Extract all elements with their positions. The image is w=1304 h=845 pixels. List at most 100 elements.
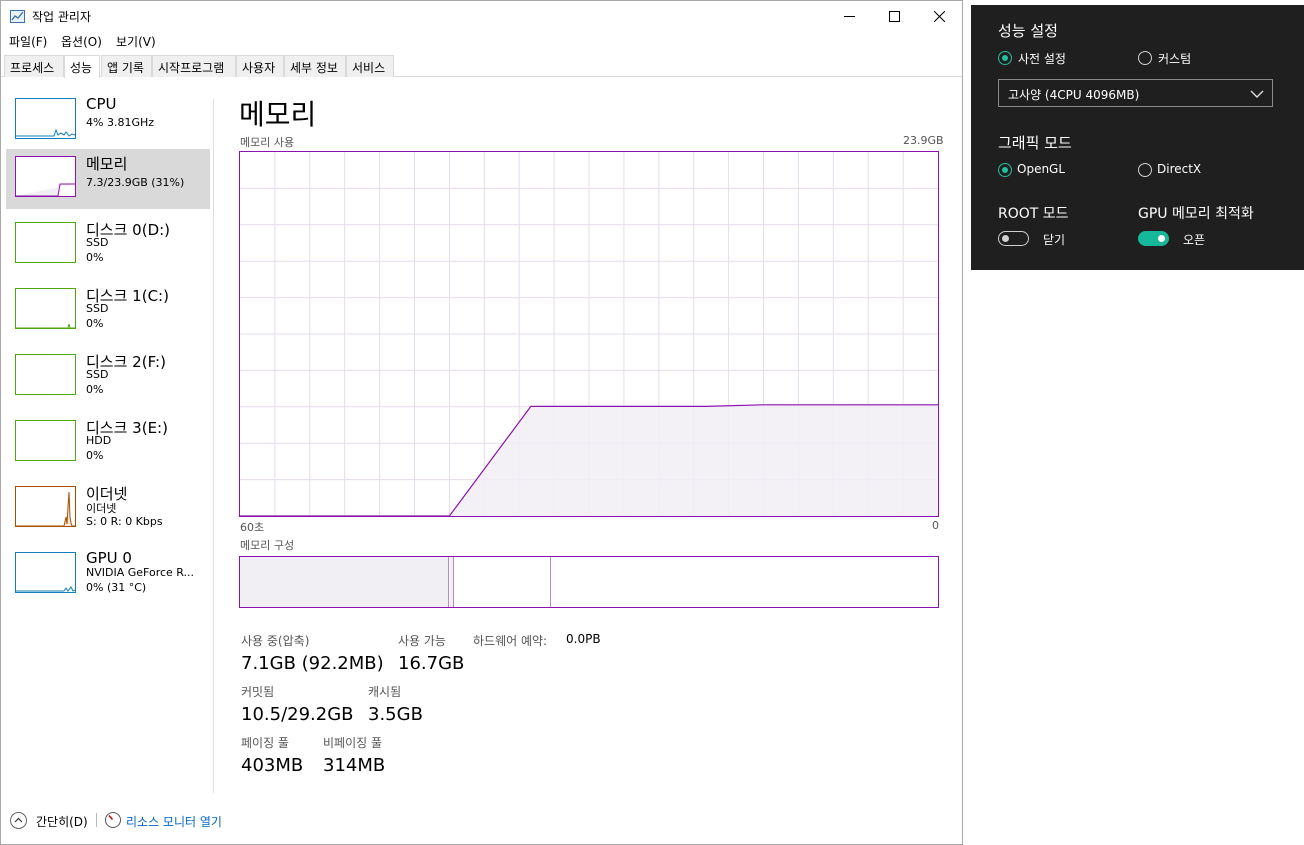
opengl-label[interactable]: OpenGL [1017,162,1065,176]
available-label: 사용 가능 [398,634,446,648]
sidebar-item-detail: 7.3/23.9GB (31%) [86,176,185,189]
sidebar-item-detail: HDD [86,434,112,447]
chevron-down-icon [1250,90,1264,98]
sidebar-item-memory[interactable]: 메모리 7.3/23.9GB (31%) [6,149,210,209]
in-use-value: 7.1GB (92.2MB) [241,653,384,674]
composition-modified [450,557,454,607]
composition-in-use [240,557,449,607]
available-value: 16.7GB [398,653,465,674]
minimize-button[interactable] [826,1,872,31]
root-mode-state: 닫기 [1043,233,1066,247]
sidebar-item-disk-1[interactable]: 디스크 1(C:) SSD 0% [6,281,210,341]
sidebar-item-detail: SSD [86,368,109,381]
preset-dropdown[interactable]: 고사양 (4CPU 4096MB) [998,79,1273,107]
sidebar-item-label: GPU 0 [86,549,132,567]
menu-file[interactable]: 파일(F) [9,33,47,50]
memory-composition-bar [239,556,939,608]
sidebar-item-label: CPU [86,95,117,113]
sidebar-item-usage: 0% [86,383,104,396]
collapse-button[interactable]: 간단히(D) [36,813,88,830]
nonpaged-pool-label: 비페이징 풀 [323,736,383,750]
graph-label: 메모리 사용 [240,136,295,149]
footer: 간단히(D) 리소스 모니터 열기 [1,806,962,834]
ethernet-thumbnail-graph [15,486,76,527]
committed-value: 10.5/29.2GB [241,704,354,725]
composition-label: 메모리 구성 [240,539,295,552]
divider [213,99,214,793]
disk-thumbnail-graph [15,288,76,329]
menu-view[interactable]: 보기(V) [116,33,156,50]
tab-processes[interactable]: 프로세스 [4,55,64,77]
sidebar-item-gpu[interactable]: GPU 0 NVIDIA GeForce R... 0% (31 °C) [6,545,210,605]
hardware-reserved-label: 하드웨어 예약: [473,634,548,648]
task-manager-icon [10,10,25,23]
minimize-icon [843,15,855,17]
sidebar-item-detail: 4% 3.81GHz [86,116,155,129]
sidebar-item-disk-3[interactable]: 디스크 3(E:) HDD 0% [6,413,210,473]
tab-startup[interactable]: 시작프로그램 [152,55,236,77]
tab-performance[interactable]: 성능 [64,55,100,78]
gpu-memory-heading: GPU 메모리 최적화 [1138,206,1254,222]
resource-monitor-icon [105,812,121,828]
memory-usage-graph [239,151,939,517]
directx-radio[interactable] [1138,163,1152,177]
graphics-mode-heading: 그래픽 모드 [998,134,1072,152]
sidebar-item-detail: 이더넷 [86,502,117,515]
sidebar-item-ethernet[interactable]: 이더넷 이더넷 S: 0 R: 0 Kbps [6,479,210,539]
sidebar-item-usage: 0% [86,449,104,462]
sidebar-item-detail: NVIDIA GeForce R... [86,566,195,579]
open-resource-monitor-link[interactable]: 리소스 모니터 열기 [126,813,222,830]
paged-pool-value: 403MB [241,755,304,776]
gpu-memory-state: 오픈 [1183,233,1206,247]
close-button[interactable] [916,1,962,31]
menu-options[interactable]: 옵션(O) [61,33,102,50]
tab-details[interactable]: 세부 정보 [284,55,346,77]
task-manager-window: 작업 관리자 파일(F) 옵션(O) 보기(V) 프로세스 성능 앱 기록 시작… [0,0,963,845]
tab-bar: 프로세스 성능 앱 기록 시작프로그램 사용자 세부 정보 서비스 [1,55,962,78]
cached-value: 3.5GB [368,704,423,725]
gpu-memory-toggle[interactable] [1138,231,1169,246]
root-mode-heading: ROOT 모드 [998,206,1069,222]
close-icon [933,10,945,22]
paged-pool-label: 페이징 풀 [241,736,289,750]
opengl-radio[interactable] [998,163,1012,177]
sidebar-item-disk-0[interactable]: 디스크 0(D:) SSD 0% [6,215,210,275]
preset-label[interactable]: 사전 설정 [1018,50,1066,67]
in-use-label: 사용 중(압축) [241,634,310,648]
cpu-thumbnail-graph [15,98,76,139]
sidebar-item-usage: S: 0 R: 0 Kbps [86,515,163,528]
preset-radio[interactable] [998,51,1012,65]
hardware-reserved-value: 0.0PB [566,632,601,646]
sidebar-item-usage: 0% (31 °C) [86,581,147,594]
sidebar-item-usage: 0% [86,251,104,264]
tab-services[interactable]: 서비스 [346,55,394,77]
graph-max-label: 23.9GB [903,134,944,147]
root-mode-toggle[interactable] [998,231,1029,246]
sidebar: CPU 4% 3.81GHz 메모리 7.3/23.9GB (31%) 디스크 … [1,91,213,796]
custom-label[interactable]: 커스텀 [1158,50,1191,67]
page-title: 메모리 [239,98,317,131]
nonpaged-pool-value: 314MB [323,755,386,776]
sidebar-item-label: 메모리 [86,155,128,173]
gpu-thumbnail-graph [15,552,76,593]
settings-panel: 성능 설정 사전 설정 커스텀 고사양 (4CPU 4096MB) 그래픽 모드… [971,5,1304,270]
tab-app-history[interactable]: 앱 기록 [101,55,152,77]
directx-label[interactable]: DirectX [1157,162,1201,176]
tab-users[interactable]: 사용자 [236,55,284,77]
menu-bar: 파일(F) 옵션(O) 보기(V) [1,31,962,51]
sidebar-item-usage: 0% [86,317,104,330]
sidebar-item-cpu[interactable]: CPU 4% 3.81GHz [6,91,210,151]
window-title: 작업 관리자 [32,10,92,24]
title-bar[interactable]: 작업 관리자 [1,1,962,31]
cached-label: 캐시됨 [368,685,402,699]
sidebar-item-disk-2[interactable]: 디스크 2(F:) SSD 0% [6,347,210,407]
disk-thumbnail-graph [15,420,76,461]
sidebar-item-detail: SSD [86,236,109,249]
maximize-button[interactable] [871,1,917,31]
maximize-icon [888,10,900,22]
composition-standby [550,557,551,607]
footer-separator [96,813,97,827]
custom-radio[interactable] [1138,51,1152,65]
performance-heading: 성능 설정 [998,22,1058,40]
chevron-up-icon[interactable] [10,812,27,829]
